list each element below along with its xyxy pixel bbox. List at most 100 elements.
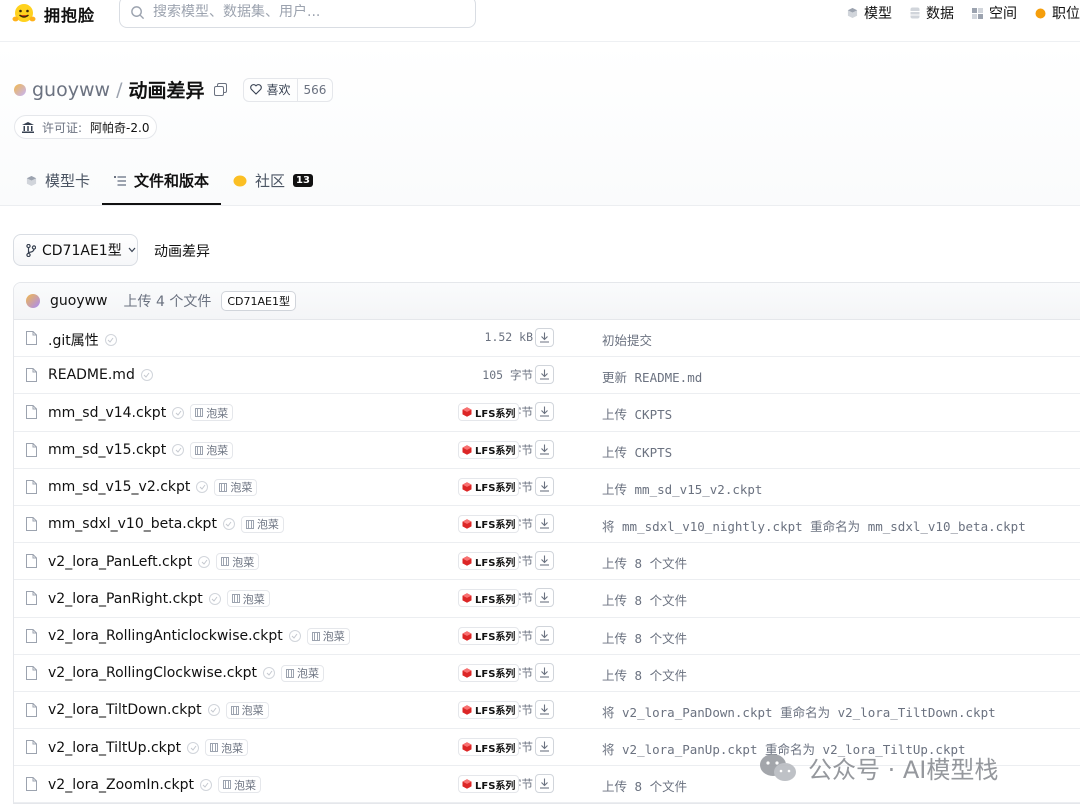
security-check-icon[interactable] [263,667,275,680]
lfs-badge[interactable]: LFS系列 [458,663,520,682]
lfs-badge[interactable]: LFS系列 [458,440,520,459]
last-commit-row: guoyww 上传 4 个文件 CD71AE1型 [14,283,1080,320]
nav-spaces[interactable]: 空间 [972,3,1017,23]
file-name-link[interactable]: v2_lora_RollingAnticlockwise.ckpt [48,628,283,644]
like-count[interactable]: 566 [296,78,333,101]
security-check-icon[interactable] [207,704,220,717]
download-button[interactable] [535,699,554,719]
file-name-link[interactable]: README.md [48,367,135,383]
security-check-icon[interactable] [187,741,200,754]
commit-message-link[interactable]: 将 v2_lora_PanDown.ckpt 重命名为 v2_lora_Tilt… [602,702,996,721]
branch-selector[interactable]: CD71AE1型 [13,234,138,266]
nav-models-label: 模型 [864,6,892,22]
download-button[interactable] [535,439,554,459]
download-button[interactable] [535,365,554,385]
pickle-badge[interactable]: 泡菜 [216,553,260,571]
lfs-badge[interactable]: LFS系列 [458,738,520,757]
lfs-badge[interactable]: LFS系列 [458,514,520,533]
commit-message-link[interactable]: 上传 8 个文件 [602,776,687,795]
download-button[interactable] [535,513,554,533]
commit-message-link[interactable]: 上传 8 个文件 [602,665,687,684]
license-tag[interactable]: 许可证: 阿帕奇-2.0 [14,115,158,139]
pickle-badge[interactable]: 泡菜 [225,701,269,719]
lfs-badge[interactable]: LFS系列 [458,700,520,719]
repo-owner-link[interactable]: guoyww [32,79,110,101]
file-name-link[interactable]: v2_lora_TiltDown.ckpt [48,702,202,718]
file-name-link[interactable]: v2_lora_TiltUp.ckpt [48,740,181,756]
security-check-icon[interactable] [198,555,211,568]
site-logo[interactable]: 拥抱脸 [12,1,95,27]
pickle-badge[interactable]: 泡菜 [205,739,249,757]
download-button[interactable] [535,328,554,347]
lfs-badge[interactable]: LFS系列 [458,626,520,645]
repo-name-link[interactable]: 动画差异 [128,76,204,103]
lfs-badge[interactable]: LFS系列 [458,552,520,571]
file-name-link[interactable]: mm_sd_v14.ckpt [48,405,166,421]
download-button[interactable] [535,737,554,757]
security-check-icon[interactable] [140,369,153,382]
lfs-badge[interactable]: LFS系列 [458,775,520,794]
commit-message-link[interactable]: 上传 8 个文件 [602,628,687,647]
security-check-icon[interactable] [199,778,212,791]
security-check-icon[interactable] [208,592,221,605]
file-name-link[interactable]: v2_lora_PanRight.ckpt [48,591,203,607]
like-action[interactable]: 喜欢 [244,81,296,98]
tab-model-card[interactable]: 模型卡 [14,158,102,205]
pickle-badge[interactable]: 泡菜 [217,776,261,794]
file-name-cell: v2_lora_PanRight.ckpt 泡菜 [48,590,270,608]
security-check-icon[interactable] [196,481,209,494]
pickle-badge[interactable]: 泡菜 [190,441,234,459]
download-button[interactable] [535,774,554,794]
commit-message-link[interactable]: 上传 mm_sd_v15_v2.ckpt [602,479,762,498]
commit-message-link[interactable]: 将 mm_sdxl_v10_nightly.ckpt 重命名为 mm_sdxl_… [602,516,1026,535]
lfs-badge[interactable]: LFS系列 [458,477,520,496]
like-button[interactable]: 喜欢 566 [243,77,334,102]
download-button[interactable] [535,625,554,645]
commit-message-link[interactable]: 上传 CKPTS [602,404,672,423]
download-button[interactable] [535,476,554,496]
commit-user-link[interactable]: guoyww [50,293,108,309]
pickle-badge[interactable]: 泡菜 [281,664,324,682]
current-path[interactable]: 动画差异 [154,241,210,261]
search-box[interactable] [119,0,476,28]
nav-datasets[interactable]: 数据 [910,3,954,23]
commit-message[interactable]: 上传 4 个文件 [124,291,212,311]
nav-jobs[interactable]: 职位 [1035,3,1080,23]
copy-icon[interactable] [214,83,228,96]
pickle-badge[interactable]: 泡菜 [306,627,350,645]
file-icon [26,405,37,420]
security-check-icon[interactable] [172,406,185,419]
file-name-link[interactable]: v2_lora_RollingClockwise.ckpt [48,665,257,681]
pickle-label: 泡菜 [221,741,244,755]
commit-hash-badge[interactable]: CD71AE1型 [221,291,296,311]
download-button[interactable] [535,662,554,682]
pickle-badge[interactable]: 泡菜 [214,478,258,496]
file-name-link[interactable]: v2_lora_ZoomIn.ckpt [48,777,194,793]
search-input[interactable] [153,4,453,20]
pickle-badge[interactable]: 泡菜 [240,515,284,533]
file-name-link[interactable]: mm_sd_v15_v2.ckpt [48,479,190,495]
security-check-icon[interactable] [222,518,235,531]
tab-community[interactable]: 社区 13 [221,158,325,205]
pickle-badge[interactable]: 泡菜 [226,590,270,608]
tab-files-and-versions[interactable]: 文件和版本 [102,158,222,205]
download-button[interactable] [535,402,554,422]
download-button[interactable] [535,588,554,608]
security-check-icon[interactable] [104,334,117,346]
commit-message-link[interactable]: 初始提交 [602,330,652,349]
lfs-badge[interactable]: LFS系列 [458,589,520,608]
file-name-link[interactable]: .git属性 [48,330,99,350]
lfs-badge[interactable]: LFS系列 [458,403,520,422]
pickle-badge[interactable]: 泡菜 [190,404,234,422]
commit-message-link[interactable]: 上传 CKPTS [602,442,672,461]
nav-models[interactable]: 模型 [847,3,892,23]
commit-message-link[interactable]: 上传 8 个文件 [602,590,687,609]
commit-message-link[interactable]: 更新 README.md [602,367,702,386]
file-name-link[interactable]: v2_lora_PanLeft.ckpt [48,554,192,570]
commit-message-link[interactable]: 上传 8 个文件 [602,553,687,572]
file-name-link[interactable]: mm_sd_v15.ckpt [48,442,166,458]
security-check-icon[interactable] [172,444,185,457]
security-check-icon[interactable] [288,630,301,642]
download-button[interactable] [535,551,554,571]
file-name-link[interactable]: mm_sdxl_v10_beta.ckpt [48,516,217,532]
